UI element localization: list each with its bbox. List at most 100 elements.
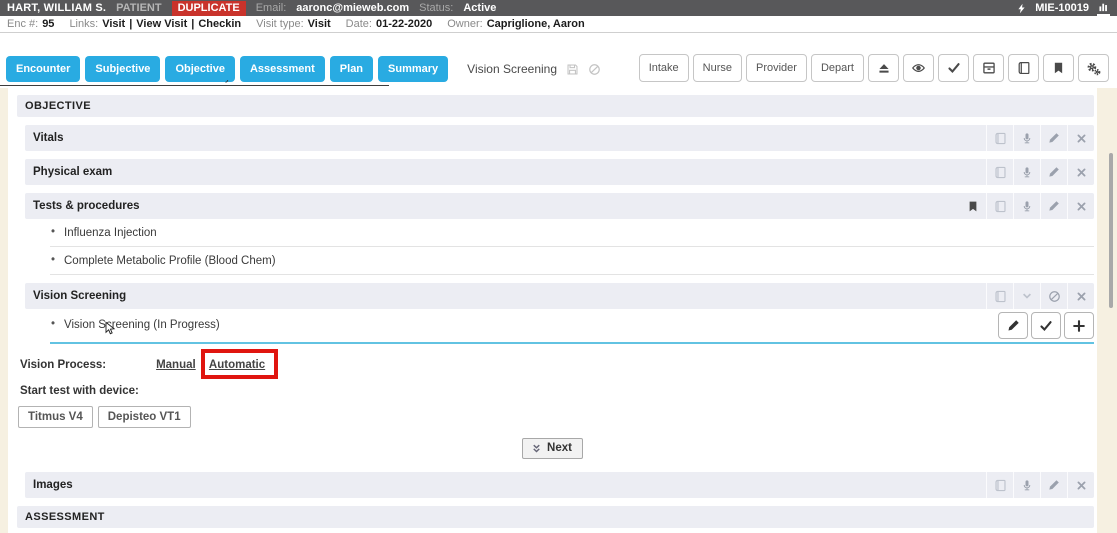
- microphone-icon[interactable]: [1013, 472, 1040, 498]
- scrollbar-thumb[interactable]: [1109, 153, 1113, 308]
- clipped-scrolled-text: y: [225, 80, 234, 85]
- links-label: Links:: [69, 18, 98, 30]
- ban-icon[interactable]: [1040, 283, 1067, 309]
- next-button[interactable]: Next: [522, 438, 583, 459]
- link-separator: |: [129, 18, 132, 30]
- close-icon[interactable]: [1067, 125, 1094, 151]
- encounter-info-bar: Enc #: 95 Links: Visit | View Visit | Ch…: [0, 16, 1117, 33]
- section-vitals[interactable]: Vitals: [25, 125, 1094, 151]
- vision-item-in-progress[interactable]: Vision Screening (In Progress): [50, 309, 1094, 344]
- edit-pencil-icon[interactable]: [1040, 125, 1067, 151]
- enc-label: Enc #:: [7, 18, 38, 30]
- patient-name: HART, WILLIAM S.: [7, 0, 106, 16]
- note-book-icon[interactable]: [986, 472, 1013, 498]
- edit-pencil-icon[interactable]: [1040, 472, 1067, 498]
- link-checkin[interactable]: Checkin: [198, 18, 241, 30]
- note-book-icon[interactable]: [986, 125, 1013, 151]
- intake-button[interactable]: Intake: [639, 54, 689, 82]
- manual-link[interactable]: Manual: [156, 359, 196, 371]
- section-title: Images: [33, 479, 73, 491]
- bookmark-button[interactable]: [1043, 54, 1074, 82]
- eject-button[interactable]: [868, 54, 899, 82]
- owner-value: Capriglione, Aaron: [487, 18, 585, 30]
- check-button[interactable]: [1031, 312, 1061, 339]
- patient-type-label: PATIENT: [116, 0, 161, 16]
- double-chevron-down-icon: [531, 443, 542, 454]
- patient-header-bar: HART, WILLIAM S. PATIENT DUPLICATE Email…: [0, 0, 1117, 16]
- section-title: Physical exam: [33, 166, 112, 178]
- close-icon[interactable]: [1067, 159, 1094, 185]
- owner-label: Owner:: [447, 18, 482, 30]
- settings-gears-button[interactable]: [1078, 54, 1109, 82]
- save-icon[interactable]: [566, 63, 579, 76]
- status-value: Active: [463, 0, 496, 16]
- check-button[interactable]: [938, 54, 969, 82]
- ban-icon[interactable]: [588, 63, 601, 76]
- document-title: Vision Screening: [467, 62, 557, 76]
- objective-section-header: OBJECTIVE: [17, 95, 1094, 117]
- vision-process-label: Vision Process:: [20, 359, 106, 371]
- section-vision-screening[interactable]: Vision Screening: [25, 283, 1094, 309]
- tab-objective[interactable]: Objective: [165, 56, 235, 82]
- chevron-down-icon[interactable]: [1013, 283, 1040, 309]
- status-label: Status:: [419, 0, 453, 16]
- note-book-icon[interactable]: [986, 159, 1013, 185]
- close-icon[interactable]: [1067, 193, 1094, 219]
- device-button-depisteo[interactable]: Depisteo VT1: [98, 406, 191, 428]
- provider-button[interactable]: Provider: [746, 54, 807, 82]
- edit-pencil-icon[interactable]: [1040, 159, 1067, 185]
- chart-notes-button[interactable]: [1008, 54, 1039, 82]
- visit-type-label: Visit type:: [256, 18, 304, 30]
- tab-encounter[interactable]: Encounter: [6, 56, 80, 82]
- edit-pencil-icon[interactable]: [1040, 193, 1067, 219]
- tab-subjective[interactable]: Subjective: [85, 56, 160, 82]
- section-physical-exam[interactable]: Physical exam: [25, 159, 1094, 185]
- content-area: OBJECTIVE Vitals Physical exam Tests & p…: [0, 88, 1117, 533]
- close-icon[interactable]: [1067, 472, 1094, 498]
- device-button-titmus[interactable]: Titmus V4: [18, 406, 93, 428]
- vision-process-row: Vision Process: Manual | Automatic: [20, 359, 1094, 371]
- archive-button[interactable]: [973, 54, 1004, 82]
- tab-assessment[interactable]: Assessment: [240, 56, 325, 82]
- lightning-icon[interactable]: [1016, 2, 1027, 15]
- date-label: Date:: [346, 18, 372, 30]
- microphone-icon[interactable]: [1013, 125, 1040, 151]
- enc-number: 95: [42, 18, 54, 30]
- email-value: aaronc@mieweb.com: [296, 0, 409, 16]
- note-book-icon[interactable]: [986, 283, 1013, 309]
- chart-icon[interactable]: [1097, 1, 1110, 16]
- note-book-icon[interactable]: [986, 193, 1013, 219]
- visit-type-value: Visit: [308, 18, 331, 30]
- chart-note-panel: OBJECTIVE Vitals Physical exam Tests & p…: [8, 88, 1097, 533]
- microphone-icon[interactable]: [1013, 193, 1040, 219]
- section-title: Tests & procedures: [33, 200, 140, 212]
- date-value: 01-22-2020: [376, 18, 432, 30]
- depart-button[interactable]: Depart: [811, 54, 864, 82]
- automatic-link[interactable]: Automatic: [209, 359, 265, 371]
- duplicate-badge: DUPLICATE: [172, 1, 246, 16]
- tab-summary[interactable]: Summary: [378, 56, 448, 82]
- link-visit[interactable]: Visit: [102, 18, 125, 30]
- tab-plan[interactable]: Plan: [330, 56, 373, 82]
- test-item-metabolic[interactable]: Complete Metabolic Profile (Blood Chem): [50, 247, 1094, 275]
- process-link-separator: |: [201, 359, 204, 371]
- bookmark-icon[interactable]: [959, 193, 986, 219]
- assessment-section-header: ASSESSMENT: [17, 506, 1094, 528]
- section-title: Vision Screening: [33, 290, 126, 302]
- toolbar-divider: [0, 85, 389, 86]
- add-plus-button[interactable]: [1064, 312, 1094, 339]
- eye-button[interactable]: [903, 54, 934, 82]
- link-view-visit[interactable]: View Visit: [136, 18, 187, 30]
- system-id: MIE-10019: [1035, 0, 1089, 16]
- toolbar: Encounter Subjective Objective Assessmen…: [0, 33, 1117, 88]
- microphone-icon[interactable]: [1013, 159, 1040, 185]
- email-label: Email:: [256, 0, 287, 16]
- edit-pencil-button[interactable]: [998, 312, 1028, 339]
- section-title: Vitals: [33, 132, 63, 144]
- section-images[interactable]: Images: [25, 472, 1094, 498]
- test-item-influenza[interactable]: Influenza Injection: [50, 219, 1094, 247]
- link-separator: |: [191, 18, 194, 30]
- close-icon[interactable]: [1067, 283, 1094, 309]
- nurse-button[interactable]: Nurse: [693, 54, 742, 82]
- section-tests-procedures[interactable]: Tests & procedures: [25, 193, 1094, 219]
